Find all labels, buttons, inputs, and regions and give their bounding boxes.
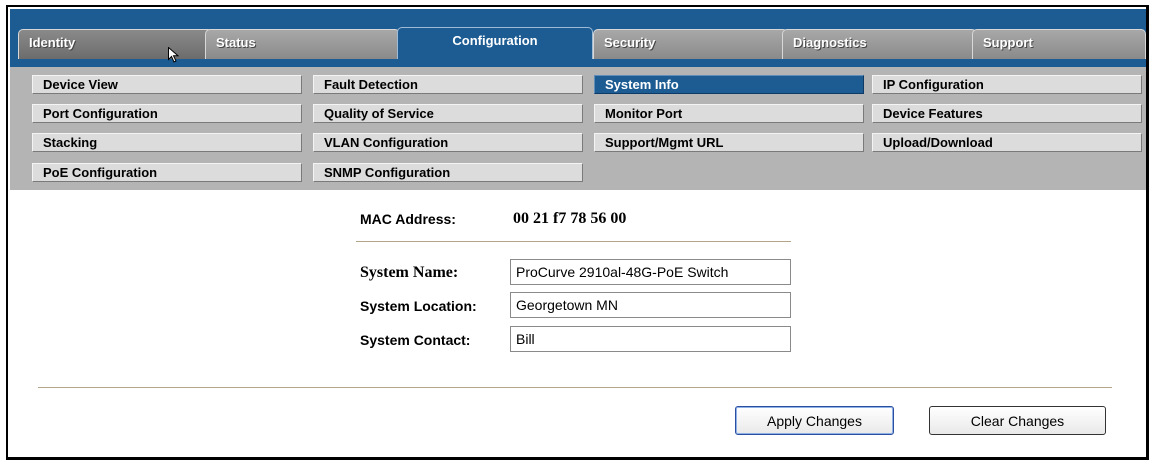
subnav-quality-of-service[interactable]: Quality of Service xyxy=(313,104,583,123)
tab-diagnostics[interactable]: Diagnostics xyxy=(782,29,977,59)
subnav-fault-detection[interactable]: Fault Detection xyxy=(313,75,583,94)
tab-label: Support xyxy=(983,35,1033,50)
divider xyxy=(356,241,791,242)
subnav-stacking[interactable]: Stacking xyxy=(32,133,302,152)
subnav-device-features[interactable]: Device Features xyxy=(872,104,1142,123)
system-location-label: System Location: xyxy=(360,298,477,314)
tab-status[interactable]: Status xyxy=(205,29,400,59)
tab-identity[interactable]: Identity xyxy=(18,29,213,59)
tab-label: Diagnostics xyxy=(793,35,867,50)
mac-address-label: MAC Address: xyxy=(360,211,456,227)
tab-label: Configuration xyxy=(452,33,538,48)
apply-changes-button[interactable]: Apply Changes xyxy=(735,406,894,435)
subnav-system-info[interactable]: System Info xyxy=(594,75,864,94)
system-name-label: System Name: xyxy=(360,264,459,281)
subnav-monitor-port[interactable]: Monitor Port xyxy=(594,104,864,123)
main-window: Identity Status Configuration Security D… xyxy=(6,5,1149,460)
subnav-port-configuration[interactable]: Port Configuration xyxy=(32,104,302,123)
subnav-upload-download[interactable]: Upload/Download xyxy=(872,133,1142,152)
subnav-poe-configuration[interactable]: PoE Configuration xyxy=(32,163,302,182)
system-info-form: MAC Address: 00 21 f7 78 56 00 System Na… xyxy=(10,190,1146,457)
sub-navigation: Device View Fault Detection System Info … xyxy=(10,67,1146,190)
mac-address-value: 00 21 f7 78 56 00 xyxy=(513,210,627,227)
system-name-input[interactable] xyxy=(510,259,791,285)
subnav-ip-configuration[interactable]: IP Configuration xyxy=(872,75,1142,94)
subnav-snmp-configuration[interactable]: SNMP Configuration xyxy=(313,163,583,182)
tab-support[interactable]: Support xyxy=(972,29,1146,59)
clear-changes-button[interactable]: Clear Changes xyxy=(929,406,1106,435)
tab-security[interactable]: Security xyxy=(593,29,788,59)
tab-configuration[interactable]: Configuration xyxy=(397,27,593,59)
mouse-pointer-icon xyxy=(168,47,180,63)
subnav-device-view[interactable]: Device View xyxy=(32,75,302,94)
tab-label: Identity xyxy=(29,35,76,50)
tab-label: Status xyxy=(216,35,256,50)
subnav-support-mgmt-url[interactable]: Support/Mgmt URL xyxy=(594,133,864,152)
top-tab-bar: Identity Status Configuration Security D… xyxy=(10,9,1146,67)
system-contact-label: System Contact: xyxy=(360,332,471,348)
footer-divider xyxy=(38,387,1112,388)
subnav-vlan-configuration[interactable]: VLAN Configuration xyxy=(313,133,583,152)
tab-label: Security xyxy=(604,35,656,50)
system-location-input[interactable] xyxy=(510,292,791,318)
system-contact-input[interactable] xyxy=(510,326,791,352)
